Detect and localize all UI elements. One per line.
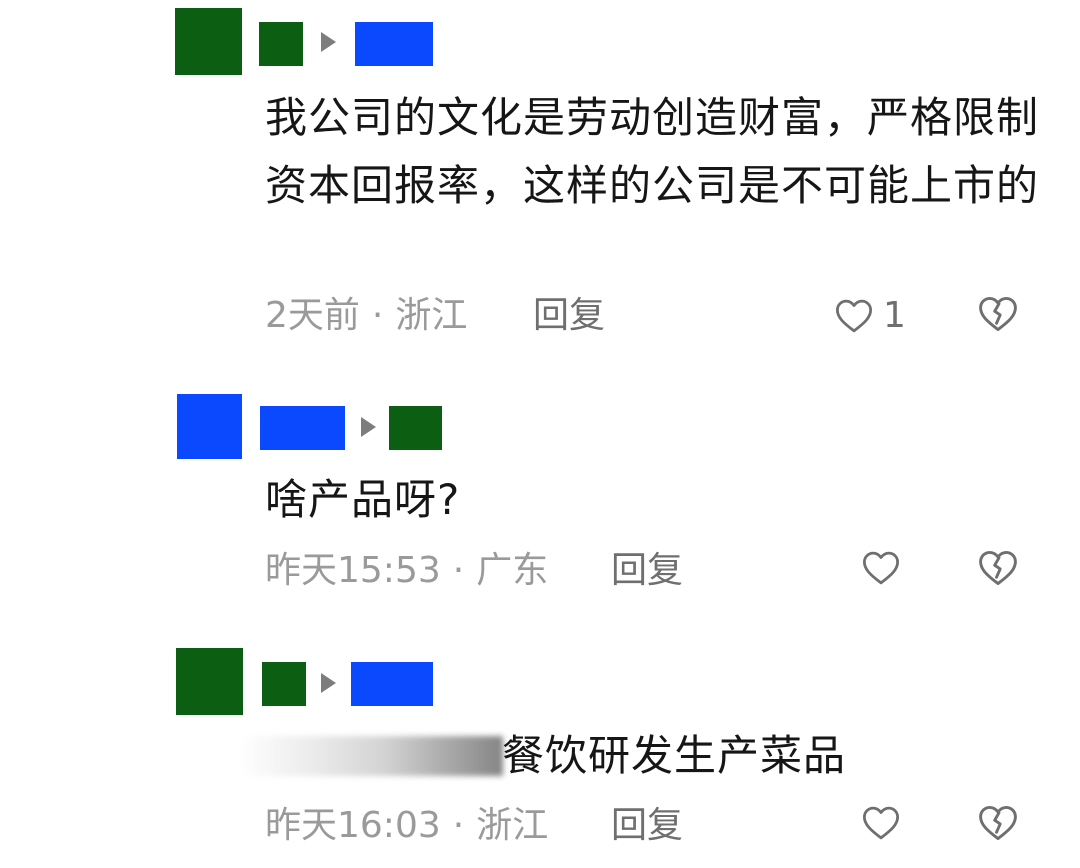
comment-text: 啥产品呀? (265, 475, 461, 524)
reply-to-name[interactable] (355, 22, 433, 66)
reply-arrow-icon (361, 417, 376, 437)
broken-heart-icon (979, 296, 1017, 332)
avatar[interactable] (176, 648, 243, 715)
broken-heart-icon (979, 805, 1017, 841)
like-button[interactable] (860, 547, 910, 589)
redacted-text (238, 736, 503, 776)
author-name[interactable] (260, 406, 345, 450)
reply-arrow-icon (321, 673, 336, 693)
reply-arrow-icon (321, 32, 336, 52)
heart-icon (862, 806, 900, 840)
reply-button[interactable]: 回复 (611, 547, 683, 595)
dislike-button[interactable] (976, 801, 1020, 849)
like-button[interactable] (860, 802, 910, 844)
comment-location: 浙江 (476, 805, 549, 846)
reply-button[interactable]: 回复 (611, 802, 683, 850)
meta-separator: · (452, 550, 465, 591)
dislike-button[interactable] (976, 546, 1020, 594)
reply-to-name[interactable] (389, 406, 442, 450)
comment-meta: 昨天16:03 · 浙江 (265, 802, 548, 850)
comment-location: 广东 (476, 550, 549, 591)
comment-text: 我公司的文化是劳动创造财富，严格限制资本回报率，这样的公司是不可能上市的 (265, 93, 1040, 210)
meta-separator: · (452, 805, 465, 846)
comment-time: 昨天15:53 (265, 550, 441, 591)
heart-icon (862, 551, 900, 585)
avatar[interactable] (177, 394, 242, 459)
author-name[interactable] (259, 22, 303, 66)
comment-location: 浙江 (395, 295, 468, 336)
comment-text: 餐饮研发生产菜品 (502, 731, 847, 780)
comment-meta: 昨天15:53 · 广东 (265, 547, 548, 595)
heart-icon (835, 299, 873, 333)
broken-heart-icon (979, 550, 1017, 586)
comment-time: 昨天16:03 (265, 805, 441, 846)
author-name[interactable] (262, 662, 306, 706)
dislike-button[interactable] (976, 292, 1020, 340)
meta-separator: · (371, 295, 384, 336)
like-button[interactable]: 1 (833, 292, 906, 340)
avatar[interactable] (175, 8, 242, 75)
like-count: 1 (883, 295, 906, 336)
reply-button[interactable]: 回复 (533, 292, 605, 340)
comment-meta: 2天前 · 浙江 (265, 292, 467, 340)
comment-time: 2天前 (265, 295, 360, 336)
reply-to-name[interactable] (351, 662, 433, 706)
